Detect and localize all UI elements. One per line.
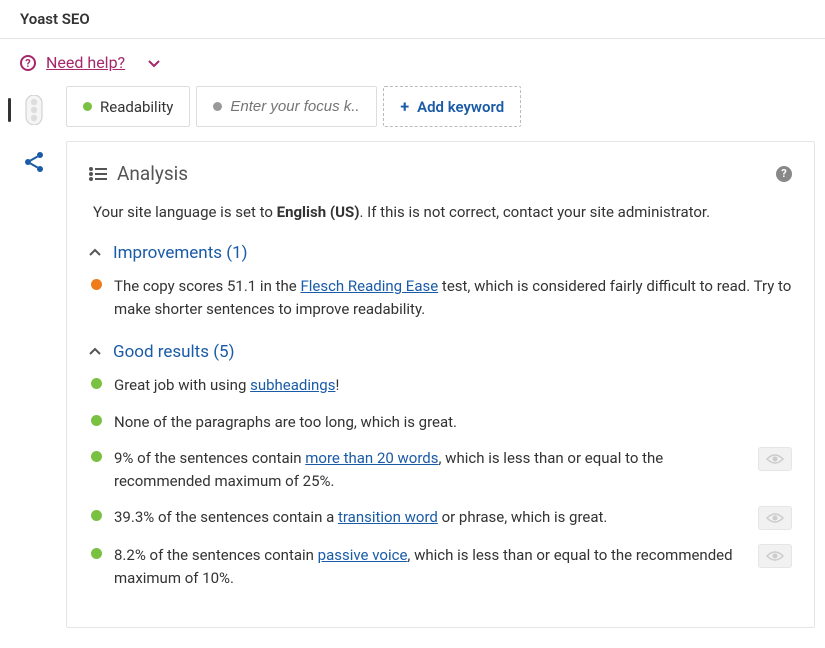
svg-text:?: ? xyxy=(25,57,31,70)
language-value: English (US) xyxy=(277,203,360,221)
result-bullet-icon xyxy=(91,548,102,559)
result-bullet-icon xyxy=(91,279,102,290)
title-bar: Yoast SEO xyxy=(0,0,825,39)
content-area: Readability + Add keyword xyxy=(58,86,815,628)
list-icon xyxy=(89,167,107,181)
result-link[interactable]: Flesch Reading Ease xyxy=(300,277,438,295)
result-link[interactable]: more than 20 words xyxy=(305,449,438,467)
tab-readability-label: Readability xyxy=(100,98,173,116)
plus-icon: + xyxy=(400,97,409,116)
eye-highlight-button[interactable] xyxy=(758,447,792,471)
result-text: Great job with using subheadings! xyxy=(114,374,792,397)
section-good-label: Good results (5) xyxy=(113,342,235,362)
need-help-link[interactable]: Need help? xyxy=(46,53,125,72)
eye-highlight-button[interactable] xyxy=(758,506,792,530)
result-item: The copy scores 51.1 in the Flesch Readi… xyxy=(89,275,792,320)
status-bullet-green-icon xyxy=(83,102,92,111)
chevron-down-icon[interactable] xyxy=(147,56,161,70)
analysis-help-icon[interactable]: ? xyxy=(776,166,792,182)
tab-focus-keyword[interactable] xyxy=(196,86,377,127)
tab-add-keyword[interactable]: + Add keyword xyxy=(383,86,521,127)
eye-highlight-button[interactable] xyxy=(758,544,792,568)
result-text: 9% of the sentences contain more than 20… xyxy=(114,447,738,492)
focus-keyword-input[interactable] xyxy=(230,98,360,115)
result-bullet-icon xyxy=(91,510,102,521)
status-bullet-gray-icon xyxy=(213,102,222,111)
app-title: Yoast SEO xyxy=(20,10,90,28)
result-text: None of the paragraphs are too long, whi… xyxy=(114,411,792,434)
result-text: 39.3% of the sentences contain a transit… xyxy=(114,506,738,529)
tabs-row: Readability + Add keyword xyxy=(66,86,815,127)
result-bullet-icon xyxy=(91,451,102,462)
result-link[interactable]: transition word xyxy=(338,508,438,526)
main-wrapper: Readability + Add keyword xyxy=(0,86,825,648)
result-link[interactable]: passive voice xyxy=(318,546,408,564)
result-text: 8.2% of the sentences contain passive vo… xyxy=(114,544,738,589)
section-good-toggle[interactable]: Good results (5) xyxy=(89,342,792,362)
result-item: 39.3% of the sentences contain a transit… xyxy=(89,506,792,530)
section-improvements-toggle[interactable]: Improvements (1) xyxy=(89,243,792,263)
tab-readability[interactable]: Readability xyxy=(66,86,190,127)
result-bullet-icon xyxy=(91,415,102,426)
sidebar xyxy=(10,86,58,628)
chevron-up-icon xyxy=(89,247,101,259)
result-item: 8.2% of the sentences contain passive vo… xyxy=(89,544,792,589)
analysis-header: Analysis ? xyxy=(89,162,792,185)
language-notice: Your site language is set to English (US… xyxy=(89,203,792,221)
help-circle-icon: ? xyxy=(20,55,36,71)
result-item: None of the paragraphs are too long, whi… xyxy=(89,411,792,434)
sidebar-share-icon[interactable] xyxy=(16,144,52,180)
help-row: ? Need help? xyxy=(0,39,825,86)
result-item: Great job with using subheadings! xyxy=(89,374,792,397)
analysis-panel: Analysis ? Your site language is set to … xyxy=(66,141,815,628)
chevron-up-icon xyxy=(89,346,101,358)
improvements-list: The copy scores 51.1 in the Flesch Readi… xyxy=(89,275,792,320)
section-improvements-label: Improvements (1) xyxy=(113,243,248,263)
analysis-title: Analysis xyxy=(117,162,188,185)
add-keyword-label: Add keyword xyxy=(417,98,504,116)
result-text: The copy scores 51.1 in the Flesch Readi… xyxy=(114,275,792,320)
result-bullet-icon xyxy=(91,378,102,389)
sidebar-traffic-icon[interactable] xyxy=(16,92,52,128)
result-link[interactable]: subheadings xyxy=(250,376,335,394)
result-item: 9% of the sentences contain more than 20… xyxy=(89,447,792,492)
good-results-list: Great job with using subheadings! None of… xyxy=(89,374,792,589)
